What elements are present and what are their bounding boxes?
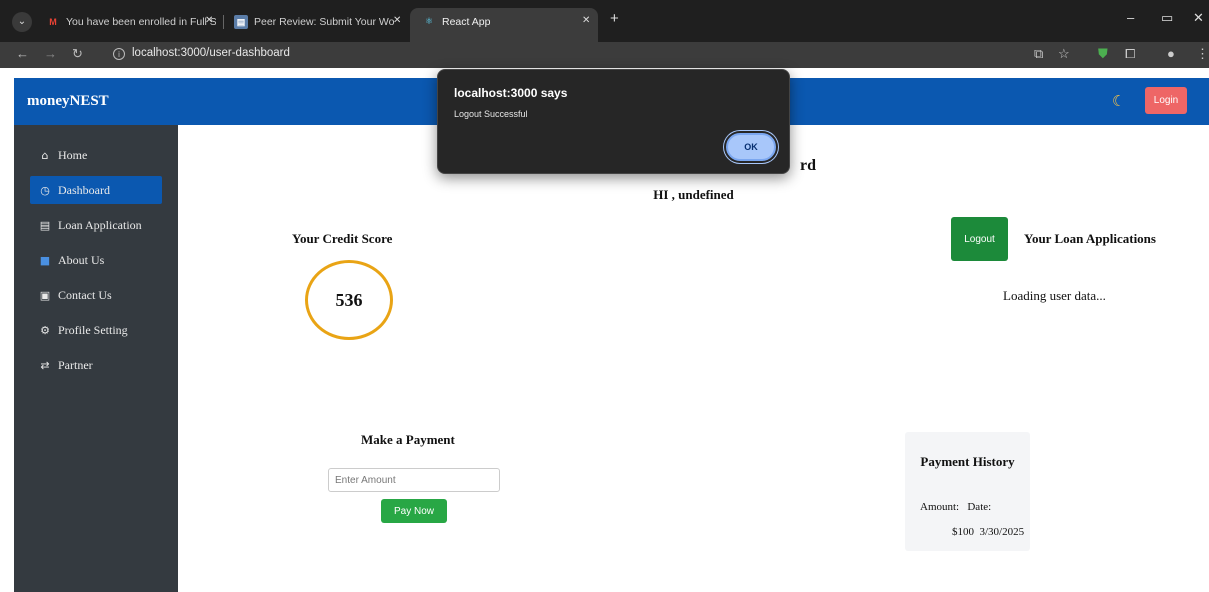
sidebar-item-home[interactable]: ⌂ Home [30,141,162,169]
amount-input[interactable] [328,468,500,492]
page-title: rd [800,157,816,174]
tab-search-icon[interactable]: ⌄ [12,12,32,32]
tab-title: You have been enrolled in Full S [66,16,216,28]
settings-icon: ⚙ [40,324,50,337]
browser-address-bar: ← → ↻ i localhost:3000/user-dashboard ⧉ … [0,42,1209,68]
logout-button[interactable]: Logout [951,217,1008,261]
sidebar-item-loan-application[interactable]: ▤ Loan Application [30,211,162,239]
sidebar-item-contact-us[interactable]: ▣ Contact Us [30,281,162,309]
tab-divider [223,15,224,29]
credit-score-title: Your Credit Score [292,231,393,246]
back-icon[interactable]: ← [16,46,29,61]
sidebar-item-about-us[interactable]: ■ About Us [30,246,162,274]
form-icon: ▤ [39,219,51,232]
extensions-icon[interactable]: ⧠ [1125,46,1135,62]
minimize-icon[interactable]: – [1127,10,1134,25]
site-info-icon[interactable]: i [113,48,125,60]
ok-button[interactable]: OK [726,133,776,161]
browser-tab-peer-review[interactable]: ▤ Peer Review: Submit Your Work [234,10,394,34]
table-row: $100 3/30/2025 [930,514,1024,550]
history-date: 3/30/2025 [979,526,1025,538]
gauge-icon: ◷ [40,184,50,197]
tab-title: Peer Review: Submit Your Work [254,16,394,28]
restore-icon[interactable]: ▭ [1161,10,1173,26]
forward-icon[interactable]: → [44,46,57,61]
sidebar-item-partner[interactable]: ⇄ Partner [30,351,162,379]
login-button[interactable]: Login [1145,87,1187,114]
info-icon: ■ [39,254,51,267]
pay-now-button[interactable]: Pay Now [381,499,447,523]
shield-extension-icon[interactable]: ⛊ [1098,46,1108,62]
url-field[interactable]: localhost:3000/user-dashboard [132,47,290,59]
browser-tab-bar: ⌄ M You have been enrolled in Full S ✕ ▤ P… [0,0,1209,42]
loading-status: Loading user data... [1003,288,1106,303]
sidebar: ⌂ Home ◷ Dashboard ▤ Loan Application ■ Abou… [14,125,178,592]
tab-title: React App [442,16,491,28]
profile-avatar-icon[interactable]: ● [1167,46,1175,61]
browser-tab-react-app[interactable]: ⚛ React App [422,10,562,34]
react-icon: ⚛ [424,17,434,28]
moon-icon[interactable]: ☾ [1112,92,1125,111]
user-greeting: HI , undefined [653,187,734,202]
payment-history-card: Payment History Amount: Date: $100 3/30/… [905,432,1030,551]
bookmark-star-icon[interactable]: ☆ [1058,46,1070,62]
browser-menu-icon[interactable]: ⋮ [1196,46,1209,62]
alert-dialog: localhost:3000 says Logout Successful OK [437,69,790,174]
payment-history-title: Payment History [920,454,1015,469]
home-icon: ⌂ [41,149,49,162]
browser-tab-gmail[interactable]: M You have been enrolled in Full S [46,10,216,34]
close-window-icon[interactable]: ✕ [1193,10,1204,26]
cast-icon[interactable]: ⧉ [1034,46,1043,62]
loan-applications-title: Your Loan Applications [1024,231,1156,246]
new-tab-icon[interactable]: + [610,10,619,27]
dialog-title: localhost:3000 says [454,86,568,100]
handshake-icon: ⇄ [40,359,50,372]
gmail-icon: M [49,17,57,28]
make-payment-title: Make a Payment [361,432,455,447]
close-tab-icon[interactable]: ✕ [582,15,590,26]
sidebar-item-dashboard[interactable]: ◷ Dashboard [30,176,162,204]
dialog-message: Logout Successful [454,109,528,119]
reload-icon[interactable]: ↻ [72,46,83,62]
brand-logo[interactable]: moneyNEST [27,93,109,110]
dashboard-main: rd HI , undefined Your Credit Score 536 … [178,125,1209,592]
course-icon: ▤ [234,15,248,30]
close-tab-icon[interactable]: ✕ [393,15,401,26]
history-amount: $100 [952,526,974,538]
sidebar-item-profile-setting[interactable]: ⚙ Profile Setting [30,316,162,344]
contact-icon: ▣ [39,289,51,302]
close-tab-icon[interactable]: ✕ [205,15,213,26]
credit-score-ring: 536 [305,260,393,340]
history-header: Amount: Date: [920,501,992,513]
